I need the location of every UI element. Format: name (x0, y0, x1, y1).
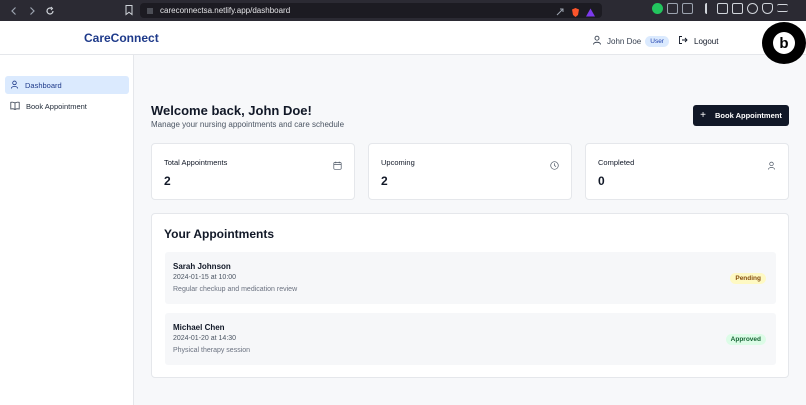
appointment-name: Michael Chen (173, 323, 225, 332)
reload-icon[interactable] (42, 3, 58, 19)
menu-icon[interactable] (777, 4, 788, 12)
bolt-logo-icon: b (773, 32, 795, 54)
appointments-title: Your Appointments (164, 227, 274, 241)
user-name: John Doe (607, 36, 642, 46)
user-icon (592, 32, 602, 50)
address-bar[interactable]: careconnectsa.netlify.app/dashboard (140, 3, 602, 18)
stat-label: Upcoming (381, 158, 415, 167)
url-text: careconnectsa.netlify.app/dashboard (160, 6, 291, 15)
site-info-icon[interactable] (146, 7, 154, 15)
logout-button[interactable]: Logout (678, 32, 718, 50)
user-icon (10, 76, 19, 94)
wallet-icon[interactable] (732, 3, 743, 14)
brand-logo[interactable]: CareConnect (84, 31, 159, 45)
stat-value: 0 (598, 174, 605, 188)
sidebar-item-dashboard[interactable]: Dashboard (5, 76, 129, 94)
list-item[interactable]: Sarah Johnson 2024-01-15 at 10:00 Regula… (165, 252, 776, 304)
app-header: CareConnect John Doe User Logout (0, 21, 806, 55)
leo-ai-icon[interactable] (747, 3, 758, 14)
media-icon[interactable] (705, 3, 713, 14)
role-badge: User (645, 35, 669, 47)
sidebar-item-label: Dashboard (25, 80, 62, 90)
logout-icon (678, 32, 688, 50)
book-icon (10, 97, 20, 115)
stat-label: Total Appointments (164, 158, 228, 167)
calendar-icon (333, 157, 342, 170)
sidebar-item-label: Book Appointment (26, 101, 87, 111)
logout-label: Logout (694, 36, 719, 46)
list-item[interactable]: Michael Chen 2024-01-20 at 14:30 Physica… (165, 313, 776, 365)
stat-card-upcoming: Upcoming 2 (368, 143, 572, 200)
sidebar-item-book-appointment[interactable]: Book Appointment (5, 97, 129, 115)
extension-wallet-icon[interactable] (682, 3, 693, 14)
browser-toolbar: careconnectsa.netlify.app/dashboard (0, 0, 806, 21)
page-title: Welcome back, John Doe! (151, 103, 312, 118)
bookmark-icon[interactable] (122, 3, 136, 17)
stat-card-completed: Completed 0 (585, 143, 789, 200)
appointment-name: Sarah Johnson (173, 262, 231, 271)
vpn-icon[interactable] (762, 3, 773, 14)
appointment-note: Physical therapy session (173, 347, 251, 354)
status-badge: Pending (730, 273, 766, 284)
appointment-datetime: 2024-01-15 at 10:00 (173, 274, 237, 281)
page-subtitle: Manage your nursing appointments and car… (151, 120, 345, 129)
status-badge: Approved (725, 334, 766, 345)
stat-value: 2 (164, 174, 171, 188)
stat-card-total: Total Appointments 2 (151, 143, 355, 200)
back-icon[interactable] (6, 3, 22, 19)
appointments-card: Your Appointments Sarah Johnson 2024-01-… (151, 213, 789, 378)
book-appointment-button[interactable]: + Book Appointment (693, 105, 789, 126)
plus-icon: + (700, 110, 707, 121)
book-appointment-label: Book Appointment (715, 111, 782, 120)
clock-icon (550, 157, 559, 170)
appointment-datetime: 2024-01-20 at 14:30 (173, 335, 237, 342)
appointment-note: Regular checkup and medication review (173, 286, 298, 293)
sidebar-toggle-icon[interactable] (717, 3, 728, 14)
stat-value: 2 (381, 174, 388, 188)
extension-puzzle-icon[interactable] (667, 3, 678, 14)
user-icon (767, 157, 776, 170)
bolt-badge[interactable]: b (762, 22, 806, 64)
extension-green-icon[interactable] (652, 3, 663, 14)
user-info: John Doe User (592, 32, 669, 50)
forward-icon[interactable] (24, 3, 40, 19)
stat-label: Completed (598, 158, 635, 167)
sidebar: Dashboard Book Appointment (0, 55, 134, 405)
